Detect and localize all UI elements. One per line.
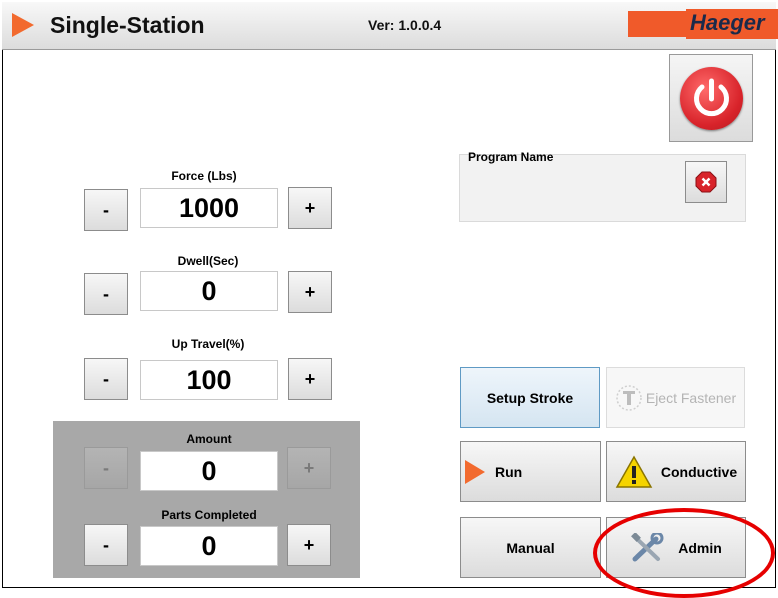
dwell-label: Dwell(Sec) — [177, 254, 239, 268]
conductive-label: Conductive — [660, 463, 738, 480]
run-button[interactable]: Run — [460, 441, 601, 502]
force-label: Force (Lbs) — [171, 169, 237, 183]
power-icon — [680, 67, 743, 130]
program-name-label: Program Name — [468, 150, 554, 164]
amount-value[interactable]: 0 — [140, 451, 278, 491]
up-travel-label: Up Travel(%) — [171, 337, 245, 351]
brand-stripe — [628, 11, 686, 37]
force-value[interactable]: 1000 — [140, 188, 278, 228]
warning-icon — [615, 454, 653, 488]
version-label: Ver: 1.0.0.4 — [368, 17, 442, 33]
brand-logo: Haeger — [686, 9, 778, 39]
parts-completed-value[interactable]: 0 — [140, 526, 278, 566]
conductive-button[interactable]: Conductive — [606, 441, 746, 502]
amount-increase-button[interactable]: + — [287, 447, 331, 489]
up-travel-decrease-button[interactable]: - — [84, 358, 128, 400]
parts-decrease-button[interactable]: - — [84, 524, 128, 566]
power-button[interactable] — [669, 54, 753, 142]
app-arrow-icon — [12, 13, 34, 37]
fastener-icon — [616, 384, 642, 411]
program-name-panel: Program Name — [459, 150, 746, 222]
amount-label: Amount — [186, 432, 232, 446]
app-title: Single-Station — [50, 12, 205, 38]
setup-stroke-label: Setup Stroke — [486, 389, 574, 406]
setup-stroke-button[interactable]: Setup Stroke — [460, 367, 600, 428]
admin-label: Admin — [678, 539, 722, 556]
force-increase-button[interactable]: + — [288, 187, 332, 229]
eject-fastener-button[interactable]: Eject Fastener — [606, 367, 745, 428]
dwell-decrease-button[interactable]: - — [84, 273, 128, 315]
parts-completed-label: Parts Completed — [161, 508, 257, 522]
brand-name: Haeger — [690, 10, 765, 35]
tools-icon — [631, 532, 664, 561]
clear-icon — [695, 171, 717, 193]
play-icon — [465, 459, 485, 484]
force-decrease-button[interactable]: - — [84, 189, 128, 231]
parts-increase-button[interactable]: + — [287, 524, 331, 566]
amount-decrease-button[interactable]: - — [84, 447, 128, 489]
manual-label: Manual — [506, 539, 555, 556]
manual-button[interactable]: Manual — [460, 517, 601, 578]
dwell-increase-button[interactable]: + — [288, 271, 332, 313]
up-travel-increase-button[interactable]: + — [288, 358, 332, 400]
admin-button[interactable]: Admin — [606, 517, 746, 578]
title-bar: Single-Station Ver: 1.0.0.4 Haeger — [2, 2, 778, 50]
run-label: Run — [495, 463, 523, 480]
clear-program-button[interactable] — [685, 161, 727, 203]
counters-panel: Amount - 0 + Parts Completed - 0 + — [53, 421, 360, 578]
up-travel-value[interactable]: 100 — [140, 360, 278, 400]
dwell-value[interactable]: 0 — [140, 271, 278, 311]
eject-fastener-label: Eject Fastener — [645, 389, 737, 406]
